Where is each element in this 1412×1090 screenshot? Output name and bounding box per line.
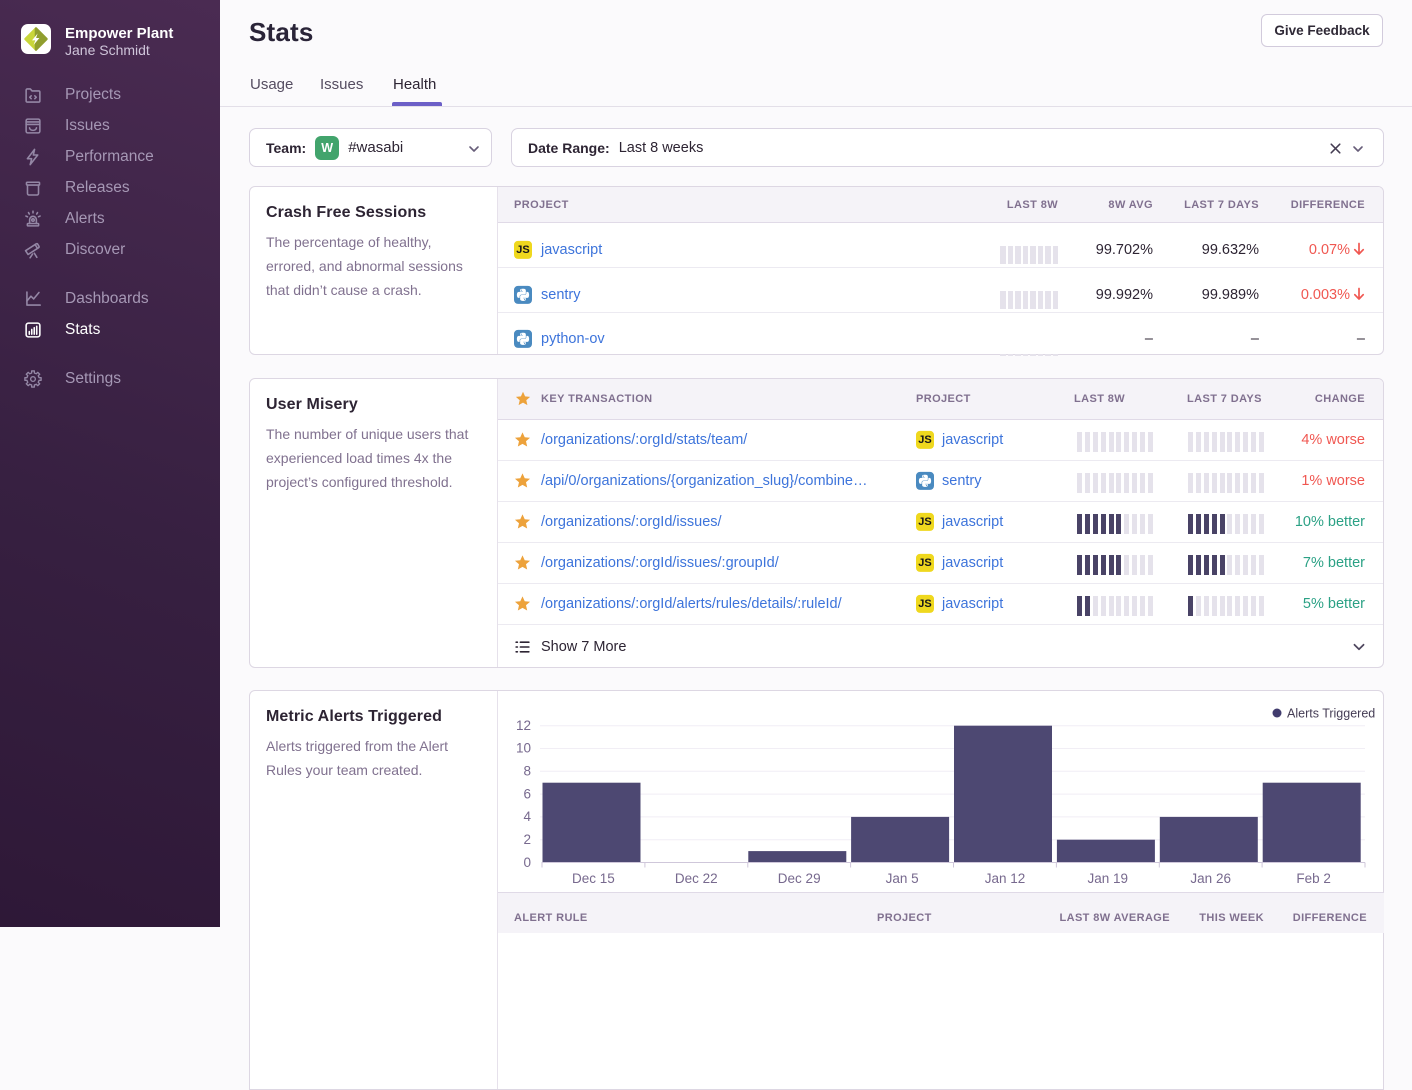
svg-text:Dec 15: Dec 15 <box>572 871 615 886</box>
svg-text:12: 12 <box>516 718 531 733</box>
svg-text:Dec 29: Dec 29 <box>778 871 821 886</box>
svg-text:6: 6 <box>523 787 531 802</box>
svg-text:Alerts Triggered: Alerts Triggered <box>1287 707 1375 721</box>
svg-text:Jan 5: Jan 5 <box>886 871 919 886</box>
svg-text:8: 8 <box>523 764 531 779</box>
svg-text:Jan 26: Jan 26 <box>1190 871 1231 886</box>
svg-text:Dec 22: Dec 22 <box>675 871 718 886</box>
svg-text:Jan 12: Jan 12 <box>985 871 1026 886</box>
svg-text:10: 10 <box>516 741 531 756</box>
svg-text:Jan 19: Jan 19 <box>1088 871 1129 886</box>
svg-text:Feb 2: Feb 2 <box>1296 871 1331 886</box>
svg-text:2: 2 <box>523 832 531 847</box>
svg-text:0: 0 <box>523 855 531 870</box>
svg-text:4: 4 <box>523 809 531 824</box>
